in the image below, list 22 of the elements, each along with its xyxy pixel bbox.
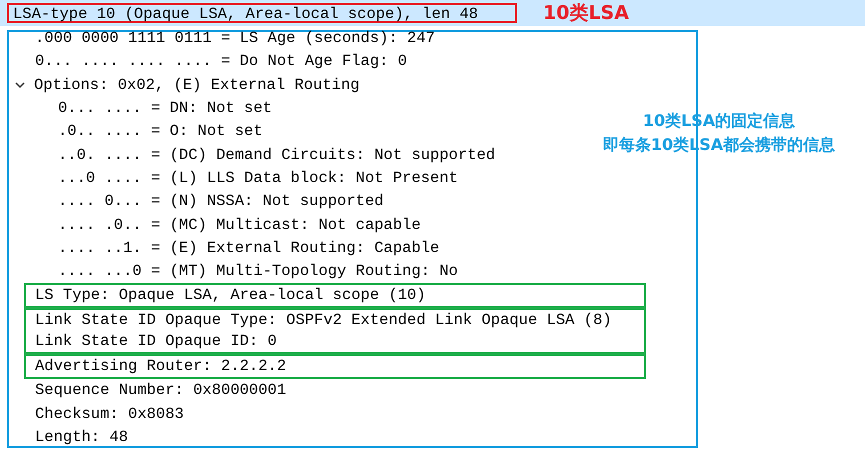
field-text: Link State ID Opaque Type: OSPFv2 Extended Link Opaque LSA (8) [35, 310, 612, 332]
field-text: .... ..1. = (E) External Routing: Capable [58, 238, 440, 259]
field-text: Sequence Number: 0x80000001 [35, 380, 286, 402]
field-text: Link State ID Opaque ID: 0 [35, 331, 277, 352]
field-text: Advertising Router: 2.2.2.2 [35, 356, 286, 378]
field-text: 0... .... .... .... = Do Not Age Flag: 0 [35, 51, 408, 72]
selected-row[interactable]: LSA-type 10 (Opaque LSA, Area-local scope), len 48 10类LSA [0, 0, 865, 26]
field-text: ...0 .... = (L) LLS Data block: Not Present [58, 168, 458, 189]
field-text: .... ...0 = (MT) Multi-Topology Routing: No [58, 261, 458, 282]
field-text: .000 0000 1111 0111 = LS Age (seconds): 247 [35, 28, 435, 49]
field-text: ..0. .... = (DC) Demand Circuits: Not supported [58, 144, 496, 166]
expand-caret-icon[interactable] [15, 80, 25, 90]
field-text: Length: 48 [35, 427, 128, 448]
field-text: .0.. .... = O: Not set [58, 121, 263, 142]
field-text: 0... .... = DN: Not set [58, 98, 272, 120]
annotation-label: 10类LSA [543, 1, 629, 26]
field-text: .... .0.. = (MC) Multicast: Not capable [58, 214, 421, 236]
header-text: LSA-type 10 (Opaque LSA, Area-local scope), len 48 [7, 3, 517, 23]
field-text: .... 0... = (N) NSSA: Not supported [58, 191, 384, 212]
field-text: Checksum: 0x8083 [35, 404, 184, 425]
field-text[interactable]: Options: 0x02, (E) External Routing [34, 74, 360, 97]
field-text: LS Type: Opaque LSA, Area-local scope (10) [35, 285, 426, 306]
